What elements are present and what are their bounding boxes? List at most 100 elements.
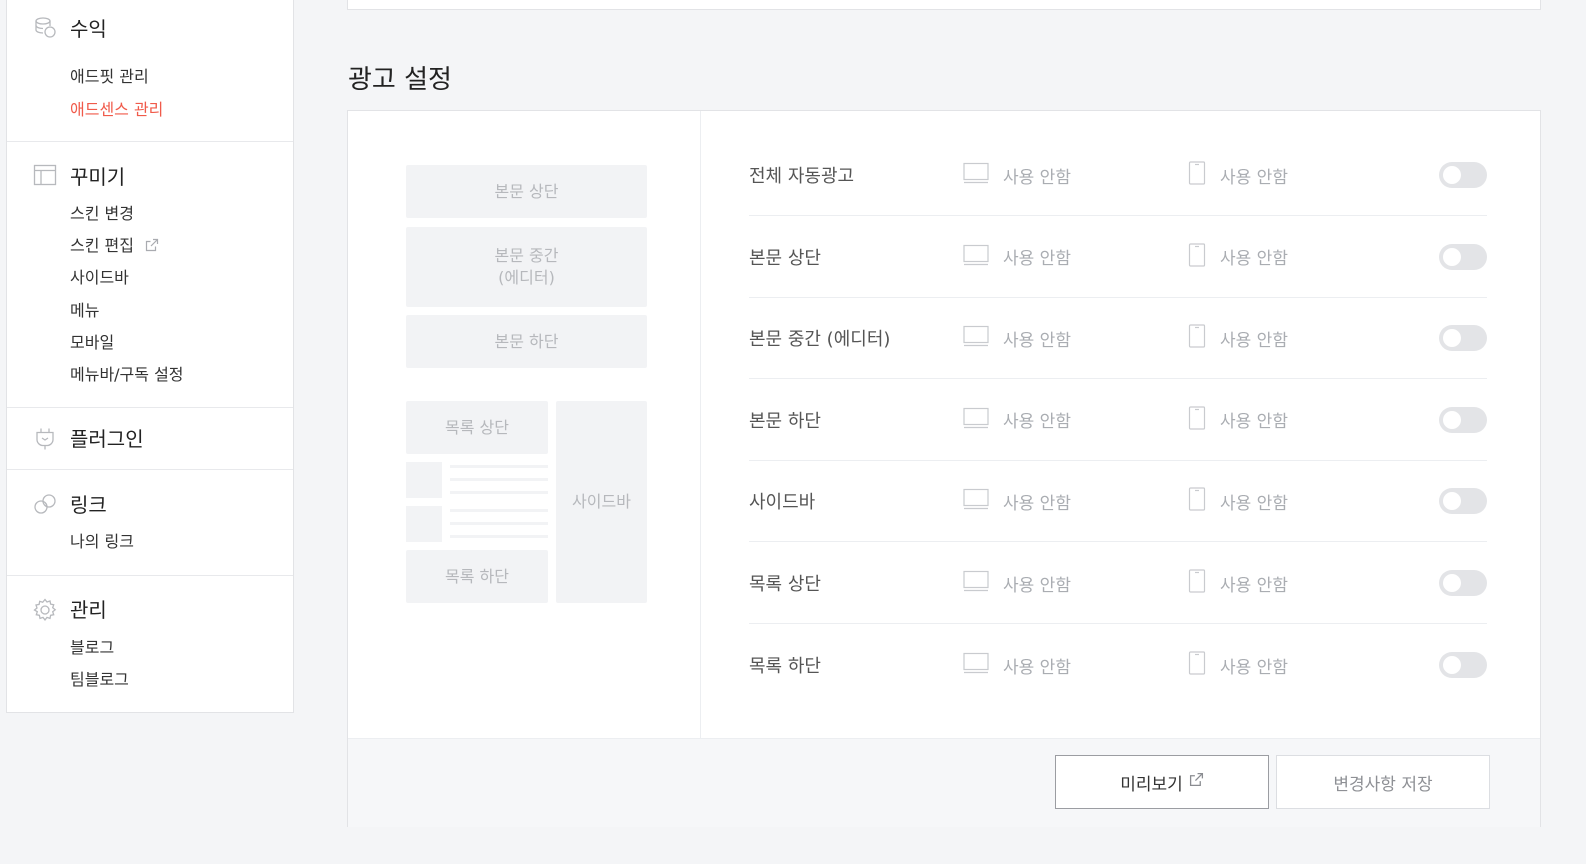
preview-body-top: 본문 상단 <box>406 165 647 218</box>
sidebar-item-sidebar[interactable]: 사이드바 <box>70 264 129 288</box>
sidebar-item-adfit[interactable]: 애드핏 관리 <box>70 63 149 87</box>
sidebar-title-plugin[interactable]: 플러그인 <box>70 423 144 452</box>
ad-slot-label: 본문 하단 <box>749 410 821 432</box>
pc-setting[interactable]: 사용 안함 <box>963 543 1071 623</box>
sidebar-title-link[interactable]: 링크 <box>70 489 107 518</box>
ad-slot-row: 목록 상단 사용 안함 사용 안함 <box>749 543 1487 624</box>
preview-list-top: 목록 상단 <box>406 401 548 454</box>
sidebar-title-manage[interactable]: 관리 <box>70 594 107 623</box>
mobile-status: 사용 안함 <box>1220 575 1288 596</box>
ad-slot-row: 전체 자동광고 사용 안함 사용 안함 <box>749 135 1487 216</box>
toggle-knob <box>1443 247 1461 266</box>
sidebar-item-my-link[interactable]: 나의 링크 <box>70 528 134 552</box>
pc-setting[interactable]: 사용 안함 <box>963 135 1071 215</box>
phone-icon <box>1188 569 1206 597</box>
toggle-knob <box>1443 410 1461 429</box>
pc-setting[interactable]: 사용 안함 <box>963 380 1071 460</box>
preview-list-thumb <box>406 506 442 542</box>
ad-slot-toggle[interactable] <box>1439 488 1487 515</box>
monitor-icon <box>963 652 989 678</box>
plugin-header[interactable] <box>33 427 57 451</box>
pc-setting[interactable]: 사용 안함 <box>963 298 1071 378</box>
preview-list-bottom: 목록 하단 <box>406 550 548 603</box>
preview-button[interactable]: 미리보기 <box>1055 755 1269 809</box>
divider <box>700 111 701 738</box>
mobile-setting[interactable]: 사용 안함 <box>1188 380 1288 460</box>
preview-list-line <box>450 535 548 538</box>
ad-slot-toggle[interactable] <box>1439 570 1487 596</box>
monitor-icon <box>963 244 989 270</box>
mobile-setting[interactable]: 사용 안함 <box>1188 461 1288 541</box>
decorate-header[interactable] <box>33 163 57 187</box>
preview-list-line <box>450 509 548 512</box>
ad-slot-row: 본문 하단 사용 안함 사용 안함 <box>749 380 1487 461</box>
ad-slot-toggle[interactable] <box>1439 406 1487 433</box>
link-header[interactable] <box>33 492 57 516</box>
plug-icon <box>33 427 57 451</box>
pc-status: 사용 안함 <box>1003 167 1071 188</box>
ad-slot-toggle[interactable] <box>1439 325 1487 352</box>
manage-header[interactable] <box>33 598 57 622</box>
preview-button-label: 미리보기 <box>1120 774 1183 795</box>
ad-slot-label: 본문 상단 <box>749 247 821 269</box>
mobile-setting[interactable]: 사용 안함 <box>1188 217 1288 297</box>
ad-slot-toggle[interactable] <box>1439 243 1487 270</box>
ad-slot-toggle[interactable] <box>1439 652 1487 679</box>
sidebar-item-skin-edit[interactable]: 스킨 편집 <box>70 232 159 256</box>
preview-list-line <box>450 478 548 481</box>
pc-setting[interactable]: 사용 안함 <box>963 461 1071 541</box>
phone-icon <box>1188 324 1206 352</box>
ad-slot-label: 목록 하단 <box>749 656 821 678</box>
sidebar-item-adsense[interactable]: 애드센스 관리 <box>70 96 163 120</box>
phone-icon <box>1188 487 1206 515</box>
toggle-knob <box>1443 166 1461 184</box>
phone-icon <box>1188 242 1206 271</box>
preview-sidebar: 사이드바 <box>556 401 647 603</box>
sidebar: 수익 애드핏 관리 애드센스 관리 꾸미기 스킨 변경 스킨 편집 사이드바 메… <box>6 0 294 713</box>
toggle-knob <box>1443 656 1461 675</box>
monitor-icon <box>963 488 989 514</box>
monitor-icon <box>963 570 989 596</box>
sidebar-title-decorate[interactable]: 꾸미기 <box>70 161 125 190</box>
ad-slot-label: 사이드바 <box>749 492 816 514</box>
link-icon <box>33 492 57 516</box>
mobile-status: 사용 안함 <box>1220 167 1288 188</box>
ad-settings-panel: 본문 상단 본문 중간 (에디터) 본문 하단 목록 상단 목록 하단 사이드바… <box>347 110 1541 827</box>
preview-list-thumb <box>406 462 442 498</box>
preview-list-line <box>450 491 548 494</box>
mobile-setting[interactable]: 사용 안함 <box>1188 135 1288 215</box>
mobile-status: 사용 안함 <box>1220 249 1288 270</box>
sidebar-item-skin-change[interactable]: 스킨 변경 <box>70 200 134 224</box>
monitor-icon <box>963 162 989 188</box>
sidebar-item-blog[interactable]: 블로그 <box>70 634 114 658</box>
preview-body-middle-line2: (에디터) <box>498 268 555 287</box>
ad-slot-row: 사이드바 사용 안함 사용 안함 <box>749 461 1487 543</box>
monitor-icon <box>963 407 989 433</box>
pc-setting[interactable]: 사용 안함 <box>963 217 1071 297</box>
ad-slot-row: 본문 중간 (에디터) 사용 안함 사용 안함 <box>749 298 1487 380</box>
pc-setting[interactable]: 사용 안함 <box>963 625 1071 706</box>
pc-status: 사용 안함 <box>1003 575 1071 596</box>
ad-slot-row: 목록 하단 사용 안함 사용 안함 <box>749 625 1487 706</box>
revenue-header[interactable] <box>33 15 57 39</box>
page-title: 광고 설정 <box>348 65 452 95</box>
preview-body-bottom: 본문 하단 <box>406 315 647 368</box>
ad-slot-toggle[interactable] <box>1439 162 1487 188</box>
sidebar-item-team-blog[interactable]: 팀블로그 <box>70 666 129 690</box>
save-changes-button[interactable]: 변경사항 저장 <box>1276 755 1490 809</box>
divider <box>7 575 293 576</box>
mobile-setting[interactable]: 사용 안함 <box>1188 543 1288 623</box>
ad-slot-label: 본문 중간 (에디터) <box>749 329 891 351</box>
monitor-icon <box>963 325 989 351</box>
sidebar-item-menu[interactable]: 메뉴 <box>70 297 99 321</box>
gear-icon <box>33 598 57 622</box>
sidebar-item-menubar[interactable]: 메뉴바/구독 설정 <box>70 361 184 385</box>
sidebar-title-revenue[interactable]: 수익 <box>70 13 107 42</box>
sidebar-item-mobile[interactable]: 모바일 <box>70 329 114 353</box>
mobile-setting[interactable]: 사용 안함 <box>1188 298 1288 378</box>
mobile-setting[interactable]: 사용 안함 <box>1188 625 1288 706</box>
pc-status: 사용 안함 <box>1003 330 1071 351</box>
sidebar-item-label: 스킨 편집 <box>70 236 134 255</box>
phone-icon <box>1188 651 1206 679</box>
coins-icon <box>33 15 57 39</box>
